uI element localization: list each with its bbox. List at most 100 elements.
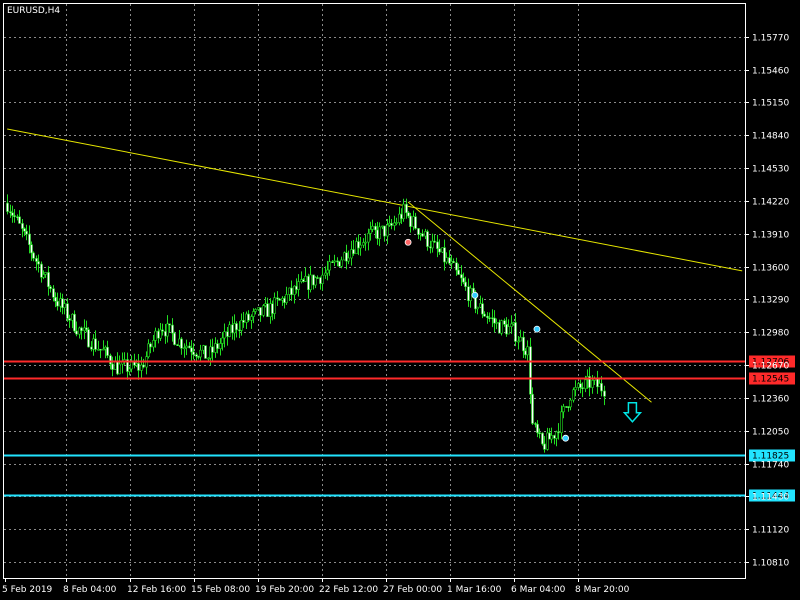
candle-body [581,387,584,389]
candle-body [166,323,169,337]
candle-body [90,346,93,350]
candle-body [371,225,374,230]
candle-body [202,345,205,351]
candle-body [157,330,160,339]
candle-body [464,281,467,287]
candle-body [531,393,534,424]
candle-body [137,363,140,371]
candle-body [285,294,288,303]
candle-body [324,272,327,276]
candle-body [204,345,207,359]
price-tick-label: 1.14840 [752,132,789,142]
candle-body [73,313,76,332]
candle-body [104,346,107,350]
candle-body [409,215,412,227]
candle-body [462,277,465,283]
candle-body [238,329,241,332]
candle-body [135,363,138,366]
candle-body [591,380,594,388]
candle-body [445,257,448,263]
price-tick-label: 1.11430 [752,493,789,503]
candle-body [266,303,269,317]
price-tick-label: 1.14530 [752,165,789,175]
signal-marker [533,325,541,333]
candle-body [68,318,71,321]
candle-body [500,320,503,334]
candle-body [405,203,408,214]
candle-body [221,337,224,344]
candle-body [35,258,38,262]
price-tick-label: 1.11120 [752,526,789,536]
price-chart[interactable]: 1.127061.125451.118251.11444 1.157701.15… [0,0,800,600]
candle-body [216,343,219,349]
candle-body [164,331,167,337]
price-tick-label: 1.12980 [752,329,789,339]
candle-body [183,347,186,350]
candle-body [226,331,229,337]
candle-body [209,346,212,359]
candle-body [99,348,102,351]
price-tick-label: 1.12360 [752,395,789,405]
candle-body [562,406,565,413]
candle-body [192,351,195,355]
candle-body [66,303,69,319]
candle-body [364,241,367,244]
candle-body [178,338,181,346]
candle-body [92,338,95,350]
signal-marker [404,238,412,246]
signal-marker [562,434,570,442]
candle-body [44,272,47,275]
price-tick-label: 1.15770 [752,34,789,44]
candle-body [18,216,21,224]
time-tick-label: 27 Feb 00:00 [383,585,442,595]
price-tick-label: 1.13910 [752,231,789,241]
candle-body [94,338,97,350]
candle-body [235,323,238,331]
candle-body [32,252,35,259]
candle-body [228,324,231,337]
candle-body [109,355,112,365]
candle-body [23,228,26,232]
candle-body [25,230,28,235]
candle-body [600,383,603,392]
candle-body [262,305,265,316]
candle-body [426,231,429,247]
time-tick-label: 15 Feb 08:00 [191,585,250,595]
price-tick-label: 1.14220 [752,198,789,208]
candle-body [469,287,472,301]
candle-body [223,331,226,339]
candle-body [569,399,572,408]
candle-body [316,277,319,279]
candle-body [347,257,350,262]
candle-body [80,327,83,332]
time-tick-label: 5 Feb 2019 [2,585,53,595]
candle-body [231,324,234,334]
candle-body [176,344,179,346]
time-tick-label: 12 Feb 16:00 [127,585,186,595]
candle-body [199,349,202,358]
candle-body [154,330,157,341]
candle-body [526,346,529,356]
candle-body [273,297,276,314]
candle-body [118,363,121,375]
candle-body [116,360,119,375]
candle-body [161,329,164,332]
candle-body [245,313,248,323]
candle-body [9,211,12,214]
candle-body [369,229,372,234]
candle-body [326,269,329,274]
candle-body [180,338,183,349]
candle-body [56,300,59,307]
candle-body [240,320,243,331]
candle-body [538,432,541,435]
candle-body [247,313,250,321]
candle-body [359,244,362,249]
candle-body [328,261,331,271]
candle-body [460,274,463,279]
candle-body [71,313,74,321]
candle-body [321,274,324,284]
candle-body [543,443,546,450]
candle-body [560,411,563,434]
candle-body [85,327,88,330]
candle-body [52,288,55,298]
